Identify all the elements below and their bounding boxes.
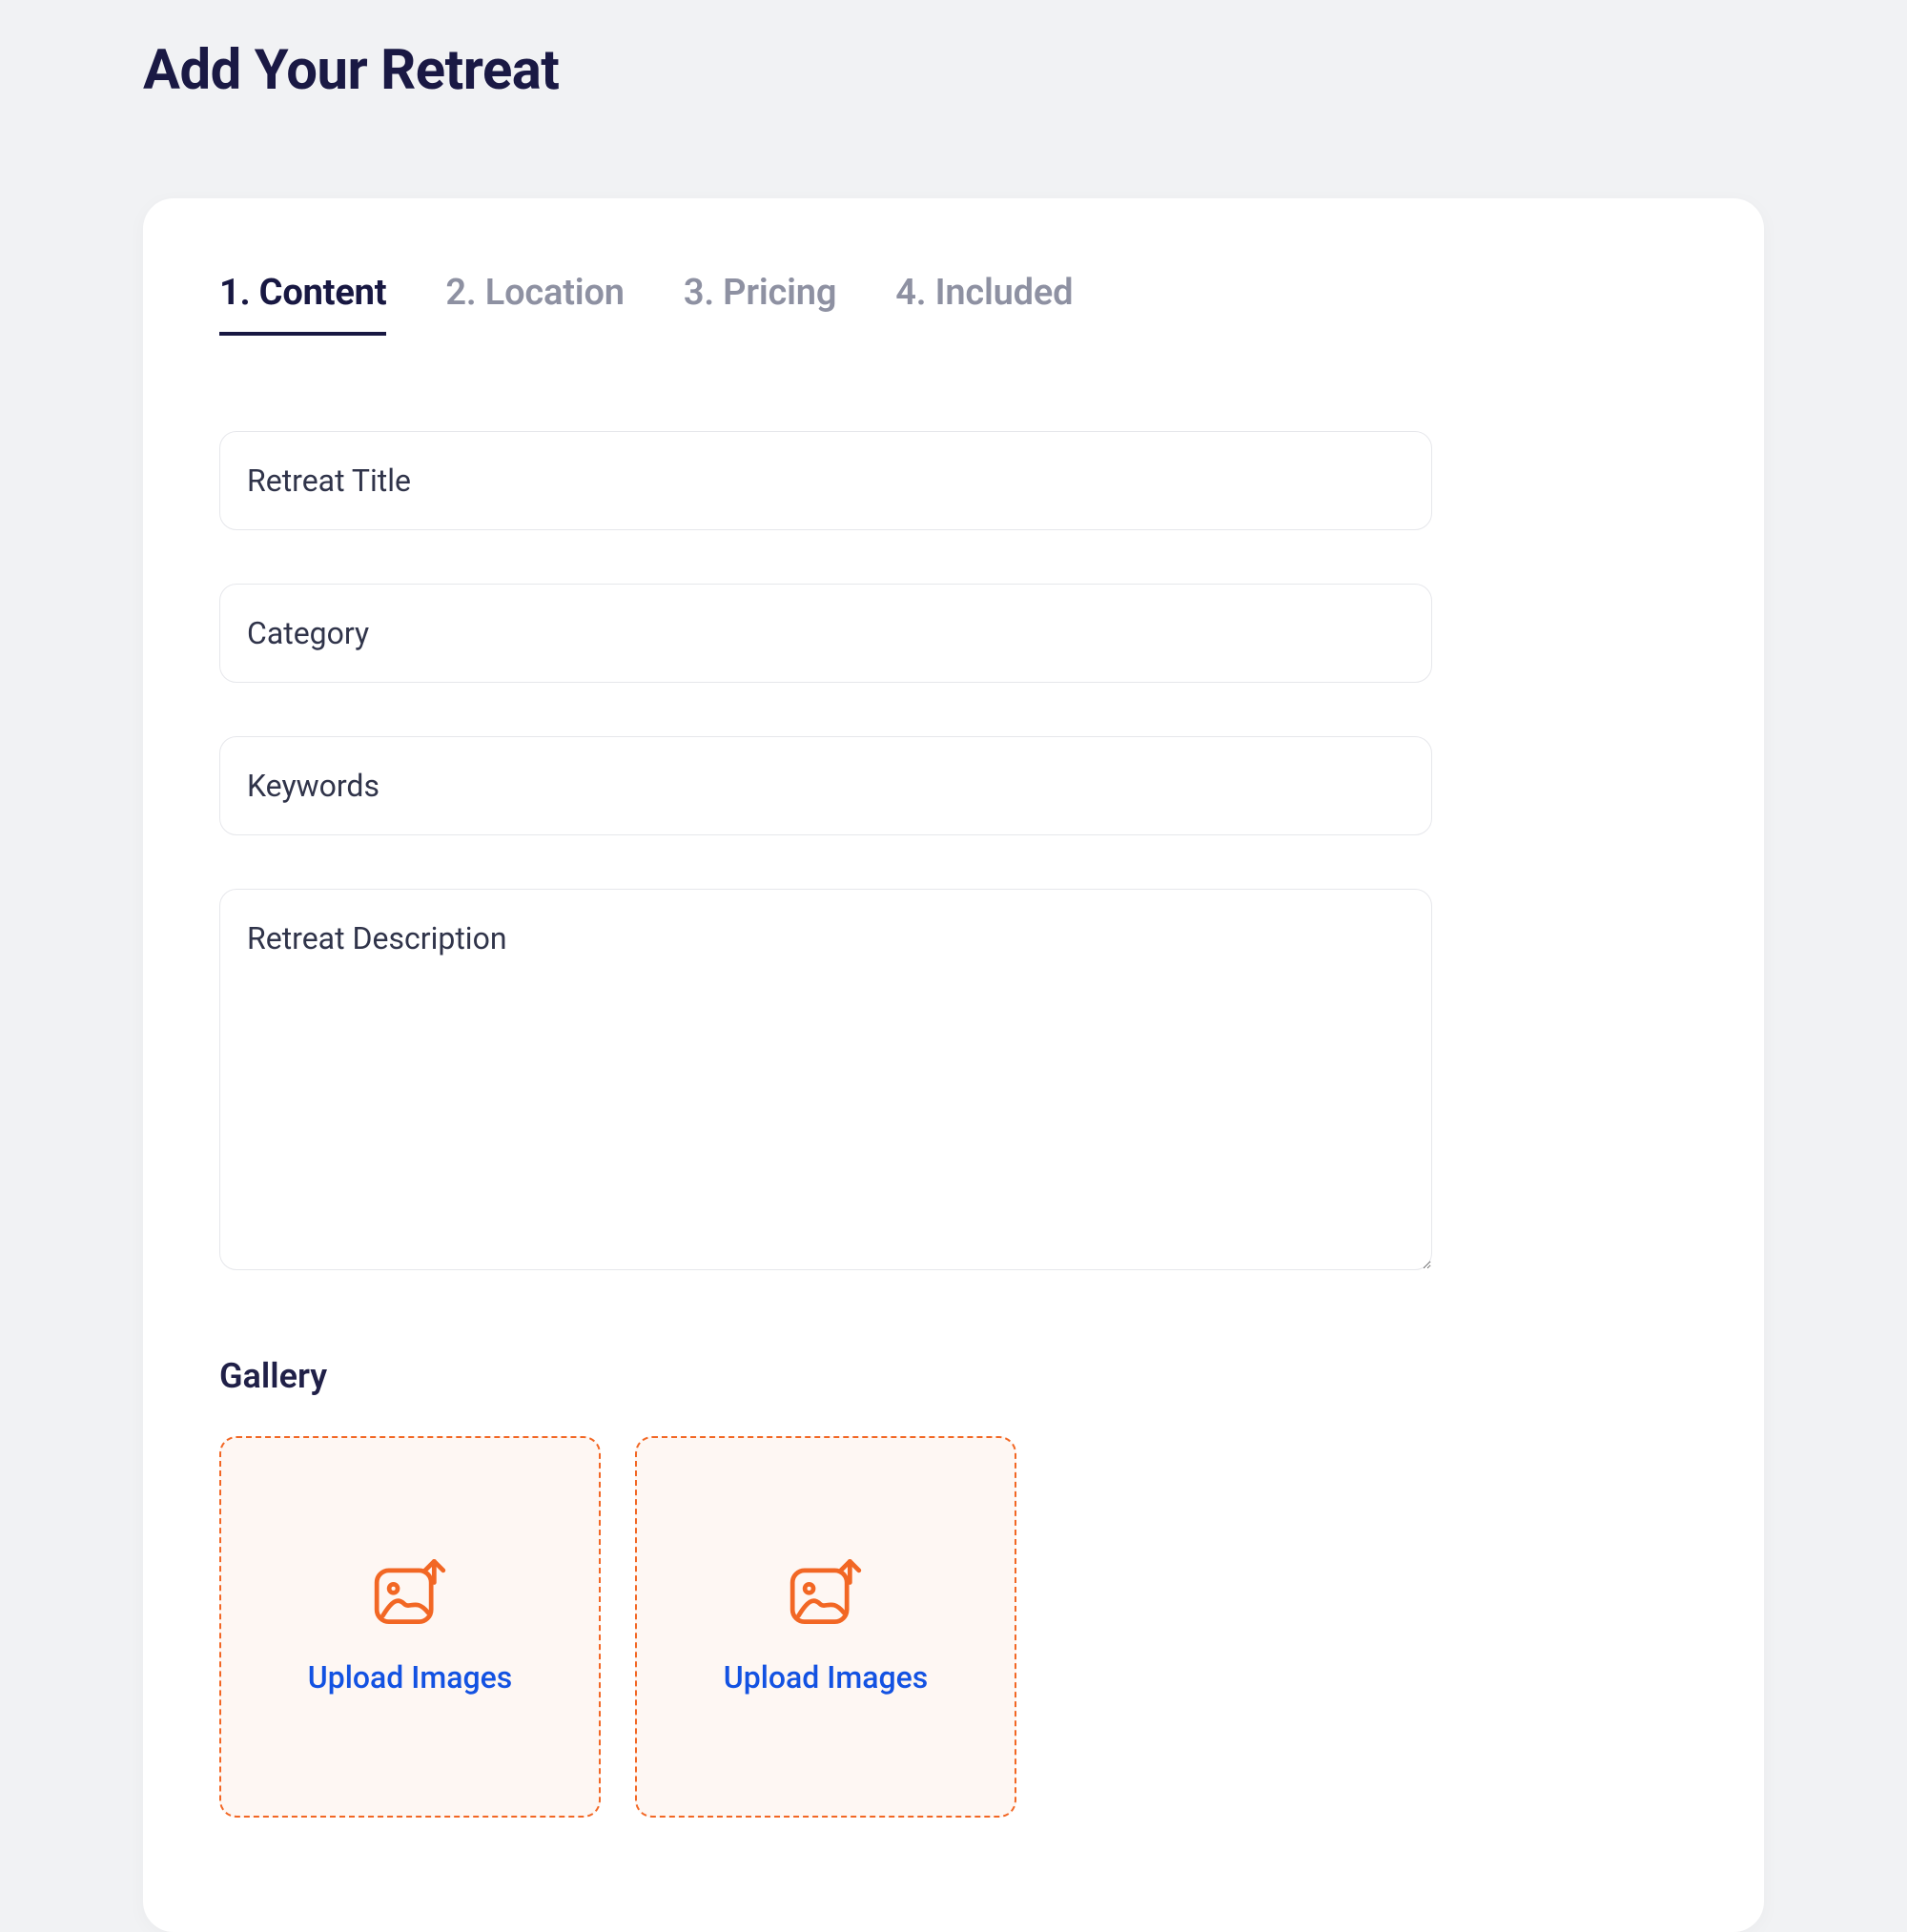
tab-location[interactable]: 2. Location xyxy=(445,275,624,336)
step-tabs: 1. Content 2. Location 3. Pricing 4. Inc… xyxy=(219,275,1688,336)
image-upload-icon xyxy=(789,1558,862,1625)
retreat-description-textarea[interactable] xyxy=(219,889,1432,1270)
form-card: 1. Content 2. Location 3. Pricing 4. Inc… xyxy=(143,198,1764,1932)
page-title: Add Your Retreat xyxy=(143,38,1764,103)
upload-label: Upload Images xyxy=(308,1659,512,1696)
upload-label: Upload Images xyxy=(724,1659,928,1696)
upload-tile-2[interactable]: Upload Images xyxy=(635,1436,1016,1818)
keywords-input[interactable] xyxy=(219,736,1432,835)
upload-tile-1[interactable]: Upload Images xyxy=(219,1436,601,1818)
tab-pricing[interactable]: 3. Pricing xyxy=(684,275,836,336)
retreat-title-input[interactable] xyxy=(219,431,1432,530)
gallery-heading: Gallery xyxy=(219,1356,1688,1396)
form-fields xyxy=(219,431,1432,1270)
category-input[interactable] xyxy=(219,584,1432,683)
tab-included[interactable]: 4. Included xyxy=(895,275,1073,336)
gallery-uploaders: Upload Images Upload Images xyxy=(219,1436,1688,1818)
image-upload-icon xyxy=(374,1558,446,1625)
tab-content[interactable]: 1. Content xyxy=(219,275,386,336)
